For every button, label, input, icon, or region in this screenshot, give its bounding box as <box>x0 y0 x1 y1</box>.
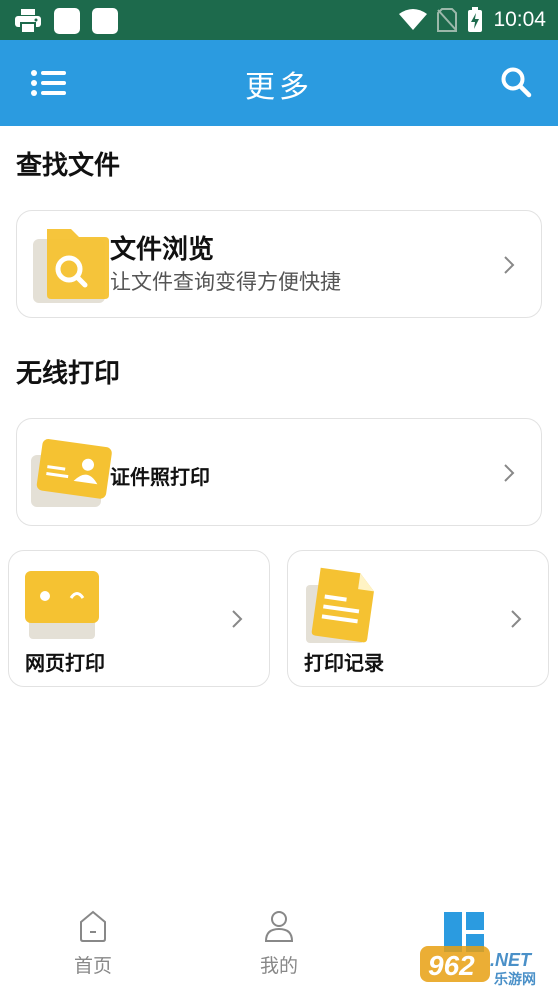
svg-text:乐游网: 乐游网 <box>494 971 536 986</box>
watermark-logo: 962 .NET 乐游网 <box>420 944 554 988</box>
section-title-wireless-print: 无线打印 <box>16 359 121 389</box>
chevron-right-icon <box>504 256 515 274</box>
nav-label-home: 首页 <box>73 955 112 977</box>
folder-search-icon <box>33 229 109 303</box>
id-card-icon <box>31 439 112 507</box>
monitor-icon <box>25 571 99 639</box>
nav-item-mine[interactable]: 我的 <box>219 910 339 978</box>
chevron-right-icon <box>511 610 522 628</box>
notification-square-icon <box>54 8 80 34</box>
svg-text:962: 962 <box>428 950 475 981</box>
svg-text:.NET: .NET <box>490 950 533 970</box>
status-bar: 10:04 <box>0 0 558 40</box>
file-browse-card[interactable]: 文件浏览 让文件查询变得方便快捷 <box>16 210 542 318</box>
status-time: 10:04 <box>493 8 546 31</box>
page-title: 更多 <box>245 70 313 105</box>
nav-label-mine: 我的 <box>259 955 298 977</box>
id-photo-print-title: 证件照打印 <box>110 465 210 489</box>
notification-square-icon <box>92 8 118 34</box>
search-icon[interactable] <box>500 66 532 98</box>
print-records-title: 打印记录 <box>304 651 384 675</box>
no-sim-icon <box>437 8 458 32</box>
print-records-card[interactable]: 打印记录 <box>287 550 549 687</box>
chevron-right-icon <box>504 464 515 482</box>
battery-charging-icon <box>468 7 483 32</box>
file-browse-subtitle: 让文件查询变得方便快捷 <box>110 270 341 294</box>
user-icon <box>264 911 294 942</box>
id-photo-print-card[interactable]: 证件照打印 <box>16 418 542 526</box>
section-title-find-files: 查找文件 <box>16 151 121 181</box>
printer-icon <box>15 9 41 34</box>
status-notifications <box>14 8 118 34</box>
file-browse-title: 文件浏览 <box>110 235 215 265</box>
document-record-icon <box>306 567 374 643</box>
app-bar: 更多 <box>0 40 558 126</box>
nav-item-home[interactable]: 首页 <box>33 910 153 978</box>
home-icon <box>80 910 106 942</box>
web-print-title: 网页打印 <box>25 651 105 675</box>
web-print-card[interactable]: 网页打印 <box>8 550 270 687</box>
wifi-icon <box>399 9 428 30</box>
chevron-right-icon <box>232 610 243 628</box>
